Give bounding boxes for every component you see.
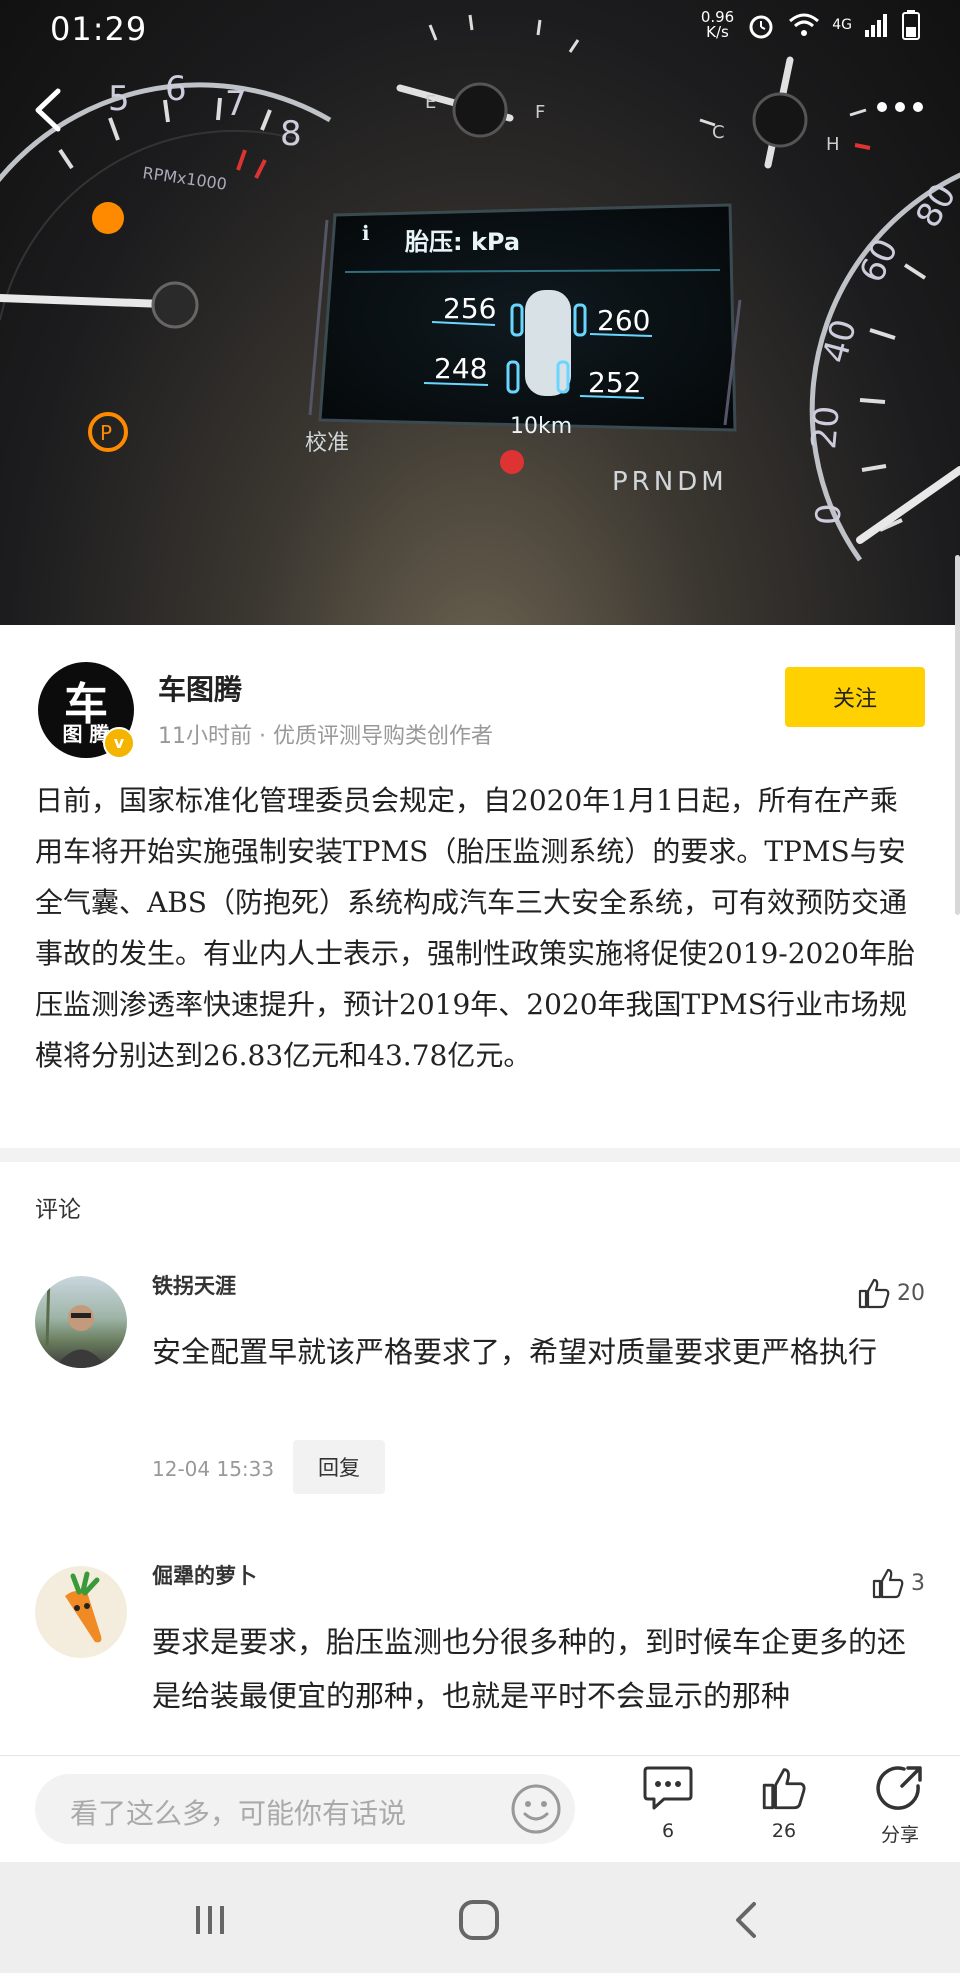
comment-input-placeholder: 看了这么多，可能你有话说 [70,1797,407,1830]
recent-apps-icon[interactable] [180,1890,240,1950]
tire-rear-left: 248 [434,352,487,385]
like-count: 20 [897,1280,925,1306]
reply-button[interactable]: 回复 [293,1440,385,1494]
author-name[interactable]: 车图腾 [158,668,242,708]
thumbs-up-icon [762,1768,806,1810]
tpms-title: 胎压: kPa [405,228,520,256]
comment-text-clip: 要求是要求，胎压监测也分很多种的，到时候车企更多的还是给装最便宜的那种，也就是平… [0,1615,960,1755]
comment-time: 12-04 15:33 [152,1457,275,1481]
share-icon [876,1766,922,1810]
system-navigation-bar [0,1862,960,1973]
signal-icon [865,14,887,37]
comment-bubble-icon [643,1766,693,1810]
svg-text:H: H [826,134,840,155]
back-arrow-icon[interactable] [28,85,68,135]
thumbs-up-icon [872,1568,904,1599]
follow-button[interactable]: 关注 [785,667,925,727]
seatbelt-warning-icon [92,202,124,234]
article-body: 日前，国家标准化管理委员会规定，自2020年1月1日起，所有在产乘用车将开始实施… [35,784,915,1072]
svg-text:20: 20 [804,404,848,451]
tach-number: 7 [225,84,247,124]
svg-text:P: P [100,421,112,445]
author-meta: 11小时前 · 优质评测导购类创作者 [158,724,493,749]
comment-avatar[interactable] [35,1276,127,1368]
tire-front-right: 260 [597,304,650,337]
status-bar: 01:29 0.96 K/s 4G [0,0,960,56]
svg-text:E: E [425,92,436,113]
status-time: 01:29 [50,10,148,48]
tach-number: 8 [280,114,302,154]
tach-unit-label: RPMx1000 [141,163,228,194]
svg-text:80: 80 [908,177,960,234]
distance-readout: 10km [510,414,572,439]
network-speed: 0.96 K/s [700,8,735,41]
calibrate-label: 校准 [305,431,349,456]
wifi-icon [789,13,820,36]
back-nav-icon[interactable] [718,1890,778,1950]
likes-count: 26 [771,1820,797,1842]
dashboard-illustration: 5 6 7 8 RPMx1000 P E F C H 80 60 40 20 0… [0,14,960,562]
car-outline-icon [525,290,571,396]
network-type: 4G [832,17,852,33]
gear-indicator: PRNDM [612,467,728,497]
comments-heading: 评论 [35,1197,81,1223]
share-button[interactable]: 分享 [860,1764,940,1847]
speed-needle [856,466,960,544]
share-label: 分享 [880,1824,919,1846]
user-photo [45,1276,107,1368]
tach-number: 6 [165,69,187,109]
emoji-icon[interactable] [509,1782,563,1836]
comment-text: 要求是要求，胎压监测也分很多种的，到时候车企更多的还是给装最便宜的那种，也就是平… [152,1625,907,1713]
tach-number: 5 [108,79,130,119]
comment-like-button[interactable]: 3 [871,1566,925,1600]
section-divider [0,1148,960,1162]
comment-input[interactable]: 看了这么多，可能你有话说 [35,1774,575,1844]
svg-text:F: F [535,102,545,123]
svg-text:60: 60 [852,233,907,289]
comments-count-button[interactable]: 6 [628,1764,708,1842]
home-icon[interactable] [449,1890,509,1950]
comment-author[interactable]: 铁拐天涯 [152,1270,236,1300]
comments-count: 6 [661,1820,675,1842]
thumbs-up-icon [858,1278,890,1309]
alarm-icon [749,15,773,39]
tire-rear-right: 252 [588,366,641,399]
svg-text:ℹ: ℹ [362,221,370,245]
like-article-button[interactable]: 26 [744,1764,824,1842]
comment-like-button[interactable]: 20 [857,1276,925,1310]
collision-warning-icon [500,450,524,474]
like-count: 3 [911,1570,925,1596]
battery-icon [902,10,920,40]
comment-author[interactable]: 倔犟的萝卜 [152,1560,257,1590]
tire-front-left: 256 [443,292,496,325]
more-options-icon[interactable] [870,92,930,122]
comment-text: 安全配置早就该严格要求了，希望对质量要求更严格执行 [152,1335,878,1369]
article-cover-image: 5 6 7 8 RPMx1000 P E F C H 80 60 40 20 0… [0,0,960,625]
verified-badge-icon: v [103,727,135,759]
svg-text:0: 0 [809,503,849,525]
scroll-indicator [955,555,960,915]
svg-text:40: 40 [815,315,865,367]
